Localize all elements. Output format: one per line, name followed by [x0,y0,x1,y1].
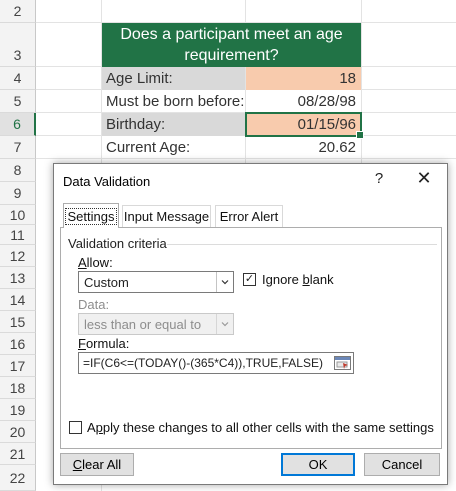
row-header[interactable]: 11 [0,225,36,245]
formula-label-accel: F [78,336,86,351]
cancel-button[interactable]: Cancel [364,453,440,476]
tab-input-message-label: Input Message [123,209,210,224]
row-header[interactable]: 14 [0,289,36,311]
ignore-blank-label-before: Ignore [262,272,303,287]
formula-label-rest: ormula: [85,336,130,351]
row-header[interactable]: 17 [0,355,36,377]
data-select[interactable]: less than or equal to [78,313,234,335]
allow-select-value: Custom [84,274,129,290]
formula-label: Formula: [78,336,129,351]
row-header[interactable]: 18 [0,377,36,399]
row-header[interactable]: 19 [0,399,36,421]
row-header[interactable]: 12 [0,245,36,267]
sheet-title-cell[interactable]: Does a participant meet an age requireme… [102,23,361,67]
apply-all-label: Apply these changes to all other cells w… [87,420,434,435]
allow-select[interactable]: Custom [78,271,234,293]
row-header[interactable]: 7 [0,136,36,159]
row-header[interactable]: 10 [0,205,36,225]
tab-settings[interactable]: Settings [63,203,119,228]
current-age-value[interactable]: 20.62 [246,139,358,156]
dialog-title: Data Validation [63,174,151,189]
apply-all-label-accel: p [95,420,103,435]
age-limit-label: Age Limit: [106,70,173,87]
row-header[interactable]: 8 [0,159,36,182]
close-icon[interactable]: ✕ [416,168,432,189]
section-divider [167,244,437,245]
chevron-down-icon[interactable] [216,314,233,334]
row-gridline [36,158,456,159]
row-header[interactable]: 13 [0,267,36,289]
clear-all-button[interactable]: Clear All [60,453,134,476]
active-cell-selection[interactable] [245,112,364,139]
apply-all-label-after: ply these changes to all other cells wit… [102,420,434,435]
row-header[interactable]: 2 [0,0,36,23]
formula-input[interactable]: =IF(C6<=(TODAY()-(365*C4)),TRUE,FALSE) [78,352,354,374]
tab-settings-label: Settings [64,207,118,225]
data-validation-dialog: Data Validation ? ✕ Settings Input Messa… [53,163,448,485]
row-header[interactable]: 16 [0,333,36,355]
clear-all-rest: lear All [82,457,122,472]
row-header[interactable]: 4 [0,67,36,90]
row-header[interactable]: 5 [0,90,36,113]
tab-error-alert[interactable]: Error Alert [215,205,283,227]
data-label: Data: [78,297,110,312]
data-select-value: less than or equal to [84,316,202,332]
clear-all-accel: C [72,457,83,472]
ignore-blank-label-after: lank [309,272,334,287]
row-header[interactable]: 22 [0,465,36,491]
ignore-blank-checkbox[interactable]: ✓ [243,273,256,286]
row-header[interactable]: 3 [0,23,36,67]
age-limit-value[interactable]: 18 [246,70,358,87]
birthday-label: Birthday: [106,116,166,133]
tab-input-message[interactable]: Input Message [122,205,211,227]
chevron-down-icon[interactable] [216,272,233,292]
born-before-value[interactable]: 08/28/98 [246,93,358,110]
tab-error-alert-label: Error Alert [219,209,279,224]
ignore-blank-label-accel: b [302,272,310,287]
row-header[interactable]: 15 [0,311,36,333]
checkmark-icon: ✓ [244,273,255,285]
row-header[interactable]: 20 [0,421,36,443]
validation-criteria-heading: Validation criteria [68,236,167,251]
born-before-label: Must be born before: [106,93,245,110]
help-icon[interactable]: ? [372,170,386,187]
allow-label: Allow: [78,255,113,270]
apply-all-checkbox[interactable] [69,421,82,434]
apply-all-label-before: A [87,420,96,435]
ignore-blank-label: Ignore blank [262,272,334,287]
range-selector-icon[interactable] [332,354,352,372]
allow-label-rest: llow: [86,255,113,270]
allow-label-accel: A [78,255,87,270]
ok-button[interactable]: OK [281,453,355,476]
current-age-label: Current Age: [106,139,191,156]
row-header[interactable]: 9 [0,182,36,205]
row-header[interactable]: 21 [0,443,36,465]
row-header-selected[interactable]: 6 [0,113,36,136]
